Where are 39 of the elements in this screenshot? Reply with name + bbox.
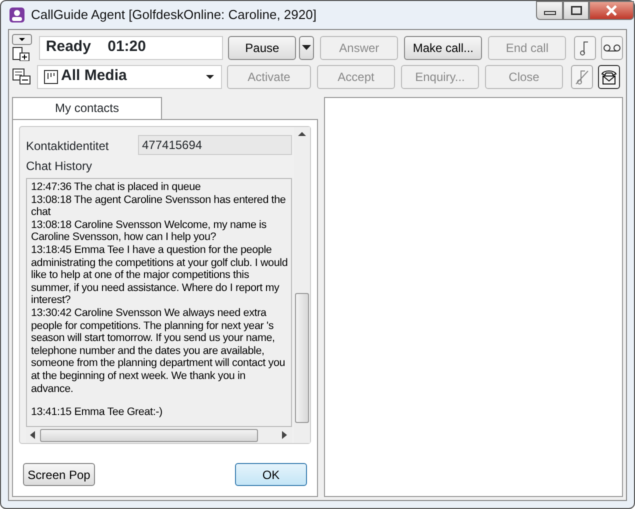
chat-message: 13:30:42 Caroline Svensson We always need extra people for competitions. The planning for next year 's season will start tomorrow. If you send us your name, telephone number and the dates you are available, someone from the planning department will contact you at the beginning of next week. We thank you in advance. [31,306,286,396]
chat-message: 13:41:15 Emma Tee Great:-) [31,406,164,419]
caret-icon [302,45,312,52]
muted-note-icon[interactable] [571,64,593,88]
media-text: All Media [61,66,127,86]
chat-message: 13:08:18 The agent Caroline Svensson has entered the chat [31,194,287,219]
chat-message: 13:18:45 Emma Tee I have a question for the people administrating the competitions at your golf club. I would like to help at one of the major competitions this summer, if you need assistance. Where do I report my interest? [31,244,289,307]
app-icon [9,7,25,23]
vertical-scrollbar[interactable] [294,127,310,443]
phone-icon[interactable] [598,64,620,88]
action-button[interactable]: Pause [228,36,296,60]
minimize-icon [544,11,556,15]
media-dropdown[interactable]: All Media [37,64,222,88]
maximize-button[interactable] [563,1,589,20]
add-panel-icon[interactable] [12,47,30,61]
timer-text: 01:20 [108,37,146,58]
left-arrow-icon[interactable] [30,431,36,439]
chat-message: 13:08:18 Caroline Svensson Welcome, my name is Caroline Svensson, how can I help you? [31,218,268,244]
chat-message: 12:47:36 The chat is placed in queue [31,181,202,194]
minimize-button[interactable] [536,1,563,20]
field-label: Kontaktidentitet [26,138,110,155]
close-button[interactable] [589,1,634,20]
action-button[interactable]: Make call... [404,36,482,60]
tab[interactable]: My contacts [12,97,162,119]
dropdown-button[interactable] [299,36,314,60]
dropdown-icon[interactable] [12,34,32,45]
music-note-icon[interactable] [574,36,596,60]
voicemail-icon[interactable] [601,36,624,60]
media-icon [44,70,58,84]
contact-id-field: 477415694 [138,135,292,155]
window-title: CallGuide Agent [GolfdeskOnline: Caroline, 2920] [31,6,316,24]
field-label: Chat History [26,158,94,175]
right-arrow-icon[interactable] [282,431,288,439]
action-button[interactable]: Screen Pop [23,463,95,486]
maximize-icon [570,6,582,15]
status-text: Ready [46,37,91,58]
action-button[interactable]: OK [235,463,307,486]
remove-panel-icon[interactable] [12,68,32,86]
close-icon [606,5,617,16]
